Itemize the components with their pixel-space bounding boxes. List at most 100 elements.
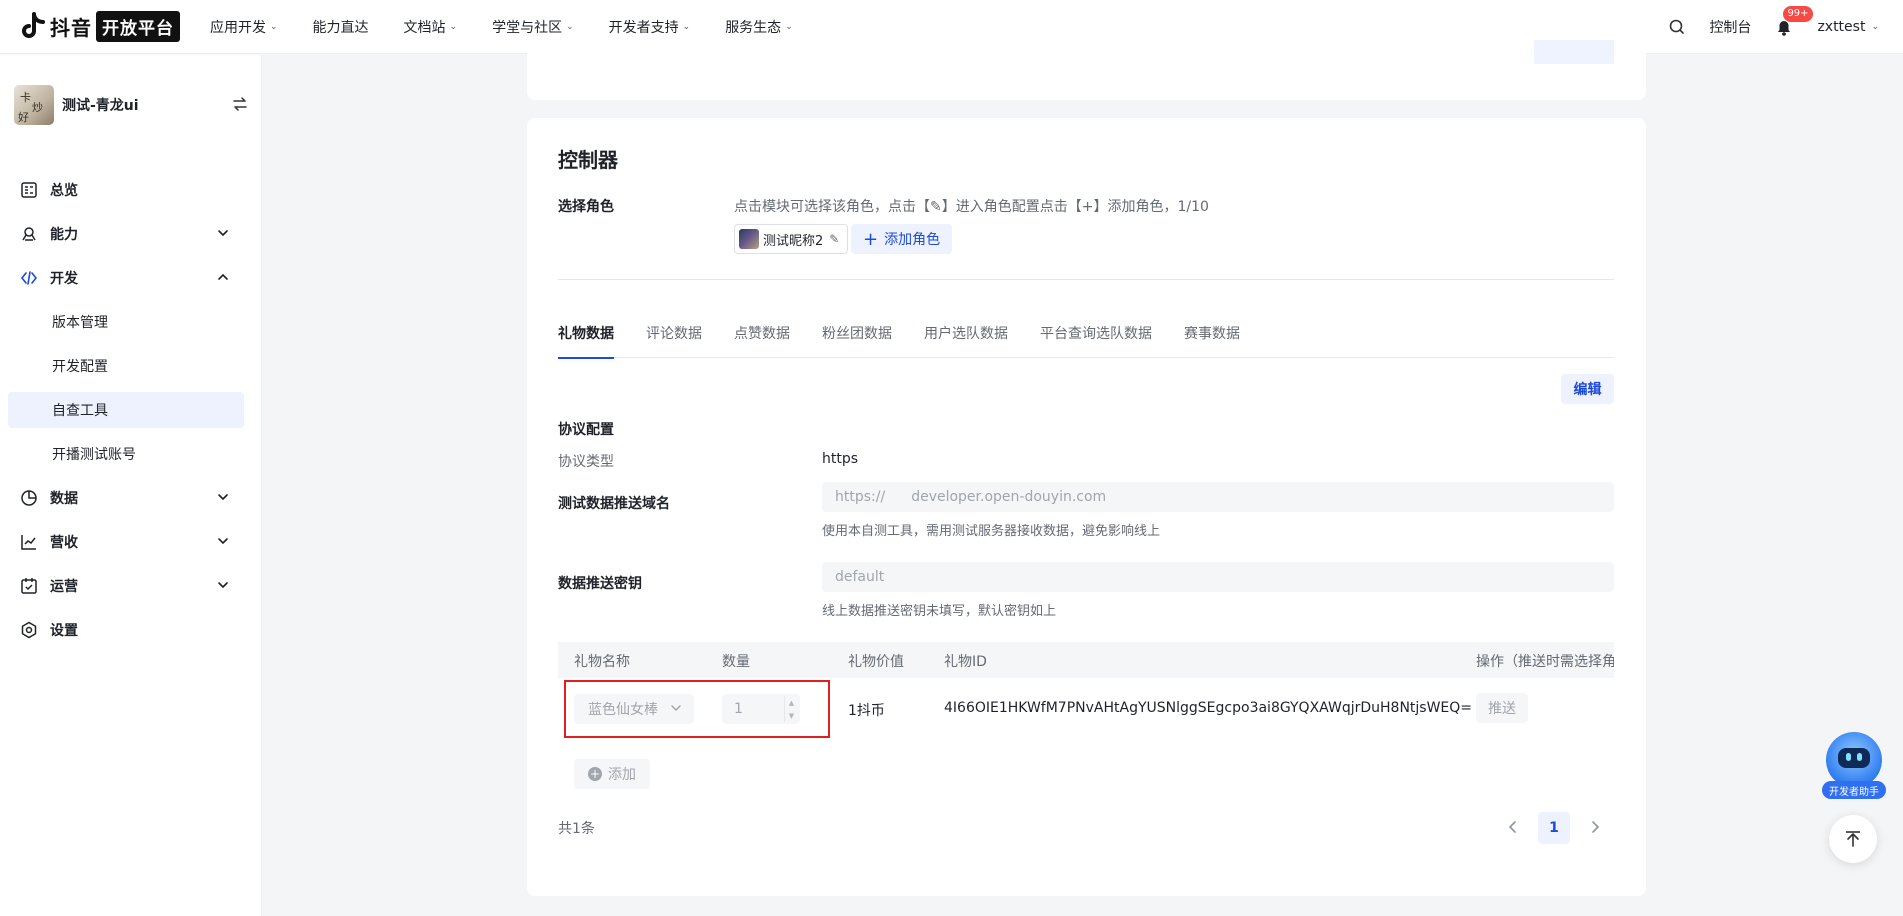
sidebar-item-label: 能力 (50, 227, 78, 243)
settings-icon (20, 621, 38, 639)
plus-icon: + (863, 228, 879, 250)
chevron-down-icon: ⌄ (270, 21, 278, 32)
th-gift-name: 礼物名称 (574, 654, 630, 670)
sidebar: 卡炒好 测试-青龙ui 总览能力开发版本管理开发配置自查工具开播测试账号 数据营收… (0, 55, 262, 916)
domain-input[interactable]: https:// developer.open-douyin.com (822, 482, 1614, 512)
bell-icon[interactable]: 99+ (1773, 6, 1813, 38)
chevron-down-icon: ⌄ (682, 21, 691, 32)
chevron-left-icon[interactable] (1501, 815, 1525, 839)
tab-item[interactable]: 评论数据 (646, 320, 702, 358)
sidebar-item[interactable]: 设置 (8, 612, 244, 648)
sidebar-item-label: 营收 (50, 535, 78, 551)
chevron-down-icon: ⌄ (785, 21, 793, 32)
console-link[interactable]: 控制台 (1709, 17, 1751, 37)
sidebar-item[interactable]: 营收 (8, 524, 244, 560)
nav-item[interactable]: 学堂与社区 ⌄ (492, 17, 574, 37)
push-button[interactable]: 推送 (1476, 693, 1528, 723)
previous-card-button[interactable] (1534, 40, 1614, 64)
sidebar-item[interactable]: 总览 (8, 172, 244, 208)
developer-assistant[interactable]: 开发者助手 (1822, 732, 1886, 800)
page-number[interactable]: 1 (1538, 812, 1570, 844)
previous-card (527, 40, 1646, 100)
gift-value: 1抖币 (848, 703, 885, 719)
protocol-type-value: https (822, 451, 859, 467)
controller-card: 控制器 选择角色 点击模块可选择该角色，点击【✎】进入角色配置点击【+】添加角色… (527, 118, 1646, 896)
add-row-label: 添加 (608, 767, 636, 783)
switch-app-icon[interactable] (232, 96, 248, 112)
chevron-down-icon (216, 534, 230, 548)
tab-item[interactable]: 点赞数据 (734, 320, 790, 358)
tab-item[interactable]: 用户选队数据 (924, 320, 1008, 358)
sidebar-subitem[interactable]: 开发配置 (8, 348, 244, 384)
dashboard-icon (20, 181, 38, 199)
plus-circle-icon: + (588, 767, 602, 781)
table-row: 蓝色仙女棒 1 ▲ ▼ 1抖币 4I66OIE1HKWfM7PNvAHtAgYUS… (558, 678, 1614, 738)
nav-item[interactable]: 应用开发 ⌄ (210, 17, 278, 37)
app-avatar[interactable]: 卡炒好 (14, 85, 54, 125)
sidebar-item-label: 版本管理 (52, 315, 108, 331)
secret-placeholder: default (835, 569, 885, 585)
quantity-value: 1 (734, 701, 743, 717)
stepper-arrows-icon[interactable]: ▲ ▼ (784, 696, 798, 722)
chevron-down-icon (216, 490, 230, 504)
nav-item-label: 开发者支持 (608, 19, 679, 36)
sidebar-menu: 总览能力开发版本管理开发配置自查工具开播测试账号 数据营收运营设置 (8, 172, 244, 656)
sidebar-item-label: 运营 (50, 579, 78, 595)
tab-item[interactable]: 平台查询选队数据 (1040, 320, 1152, 358)
nav-item[interactable]: 开发者支持 ⌄ (609, 17, 691, 37)
quantity-stepper[interactable]: 1 ▲ ▼ (722, 694, 800, 724)
sidebar-subitem[interactable]: 自查工具 (8, 392, 244, 428)
brand-logo[interactable]: 抖音 开放平台 (20, 0, 180, 54)
secret-label: 数据推送密钥 (558, 576, 642, 592)
chevron-down-icon (670, 702, 682, 714)
app-name: 测试-青龙ui (62, 98, 139, 114)
add-row-button[interactable]: + 添加 (574, 759, 650, 789)
sidebar-item-label: 设置 (50, 623, 78, 639)
role-label: 选择角色 (558, 199, 614, 215)
sidebar-item-label: 自查工具 (52, 403, 108, 419)
sidebar-item[interactable]: 能力 (8, 216, 244, 252)
sidebar-subitem[interactable]: 版本管理 (8, 304, 244, 340)
back-to-top-button[interactable] (1829, 815, 1877, 863)
user-menu[interactable]: zxttest ⌄ (1817, 19, 1879, 35)
chevron-right-icon[interactable] (1583, 815, 1607, 839)
code-icon (20, 269, 38, 287)
nav-item[interactable]: 能力直达 (313, 17, 369, 37)
notification-badge: 99+ (1783, 6, 1813, 22)
search-icon[interactable] (1667, 17, 1687, 37)
chevron-up-icon (216, 270, 230, 284)
protocol-section-title: 协议配置 (558, 422, 614, 438)
capability-icon (20, 225, 38, 243)
nav-item-label: 能力直达 (312, 19, 369, 36)
add-role-button[interactable]: + 添加角色 (851, 224, 953, 254)
chevron-down-icon (216, 578, 230, 592)
gift-name-select[interactable]: 蓝色仙女棒 (574, 694, 694, 724)
tab-item[interactable]: 粉丝团数据 (822, 320, 892, 358)
nav-item[interactable]: 服务生态 ⌄ (725, 17, 793, 37)
chevron-down-icon: ⌄ (449, 21, 458, 32)
dev-submenu: 版本管理开发配置自查工具开播测试账号 (8, 304, 244, 472)
chevron-down-icon: ⌄ (1871, 22, 1879, 32)
role-avatar (739, 229, 759, 249)
tab-item[interactable]: 礼物数据 (558, 320, 614, 359)
sidebar-item[interactable]: 运营 (8, 568, 244, 604)
sidebar-subitem[interactable]: 开播测试账号 (8, 436, 244, 472)
sidebar-item[interactable]: 数据 (8, 480, 244, 516)
total-count: 共1条 (558, 821, 595, 837)
chevron-down-icon (216, 226, 230, 240)
domain-prefix: https:// (835, 489, 886, 505)
tab-item[interactable]: 赛事数据 (1184, 320, 1240, 358)
th-gift-id: 礼物ID (944, 654, 987, 670)
assistant-label: 开发者助手 (1822, 781, 1886, 799)
secret-input[interactable]: default (822, 562, 1614, 592)
edit-button[interactable]: 编辑 (1561, 374, 1614, 404)
edit-pen-icon[interactable]: ✎ (829, 232, 839, 246)
sidebar-item[interactable]: 开发 (8, 260, 244, 296)
role-chip[interactable]: 测试昵称2 ✎ (734, 224, 849, 254)
th-value: 礼物价值 (848, 654, 904, 670)
robot-face (1838, 748, 1870, 768)
brand-badge: 开放平台 (96, 11, 180, 42)
nav-item[interactable]: 文档站 ⌄ (404, 17, 458, 37)
gift-name-value: 蓝色仙女棒 (588, 702, 658, 718)
controller-title: 控制器 (558, 148, 618, 172)
